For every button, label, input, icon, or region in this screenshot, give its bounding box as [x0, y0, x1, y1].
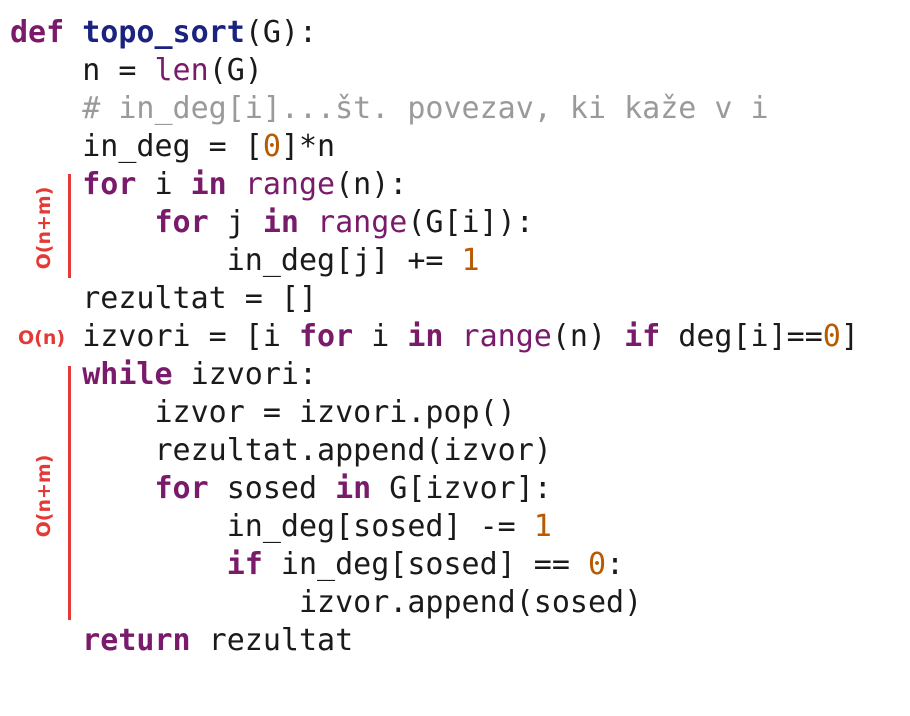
complexity-label-for-loops: O(n+m): [33, 186, 55, 270]
code-token: len: [154, 53, 209, 88]
code-token: range: [317, 205, 408, 240]
code-token: (n):: [335, 167, 408, 202]
code-token: if: [624, 319, 661, 354]
complexity-label-izvori: O(n): [18, 327, 66, 349]
code-token: 0: [587, 547, 607, 582]
code-token: i: [353, 319, 408, 354]
code-token: topo_sort: [82, 15, 245, 50]
code-token: if: [226, 547, 263, 582]
code-token: j: [208, 205, 263, 240]
code-token: 1: [461, 243, 480, 278]
code-token: rezultat = []: [10, 281, 318, 316]
code-line: rezultat.append(izvor): [10, 432, 859, 470]
code-token: izvor = izvori.pop(): [10, 395, 516, 430]
code-token: ]*n: [280, 129, 336, 164]
code-token: 1: [533, 509, 552, 544]
code-token: izvor.append(sosed): [10, 585, 643, 620]
code-token: rezultat.append(izvor): [10, 433, 552, 468]
code-token: def: [10, 15, 65, 50]
code-token: (G):: [244, 15, 318, 50]
complexity-bracket-for-loops: [68, 174, 71, 278]
code-token: in_deg = [: [10, 129, 263, 164]
code-line: izvori = [i for i in range(n) if deg[i]=…: [10, 318, 859, 356]
code-token: in_deg[sosed] ==: [262, 547, 588, 582]
code-token: (G[i]):: [407, 205, 534, 240]
code-line: for i in range(n):: [10, 166, 859, 204]
code-line: rezultat = []: [10, 280, 859, 318]
code-token: while: [82, 357, 173, 392]
code-token: in_deg[sosed] -=: [10, 509, 534, 544]
code-token: in: [335, 471, 372, 506]
code-token: range: [461, 319, 552, 354]
code-line: # in_deg[i]...št. povezav, ki kaže v i: [10, 90, 859, 128]
code-token: for: [298, 319, 354, 354]
code-line: if in_deg[sosed] == 0:: [10, 546, 859, 584]
code-token: (n): [551, 319, 625, 354]
code-token: in: [407, 319, 444, 354]
code-block: def topo_sort(G): n = len(G) # in_deg[i]…: [10, 14, 859, 660]
code-token: 0: [822, 319, 841, 354]
code-line: n = len(G): [10, 52, 859, 90]
complexity-bracket-while-loop: [68, 366, 71, 620]
code-line: def topo_sort(G):: [10, 14, 859, 52]
code-token: rezultat: [190, 623, 354, 658]
code-token: izvori:: [172, 357, 318, 392]
code-token: return: [82, 623, 191, 658]
complexity-label-while-loop: O(n+m): [33, 454, 55, 538]
code-line: izvor = izvori.pop(): [10, 394, 859, 432]
code-line: in_deg[j] += 1: [10, 242, 859, 280]
code-token: in_deg[j] +=: [10, 243, 462, 278]
code-token: for: [82, 167, 137, 202]
code-token: 0: [262, 129, 281, 164]
code-line: izvor.append(sosed): [10, 584, 859, 622]
code-token: ]: [840, 319, 859, 354]
code-line: in_deg[sosed] -= 1: [10, 508, 859, 546]
code-token: (G): [208, 53, 263, 88]
code-token: range: [244, 167, 336, 202]
code-token: sosed: [208, 471, 336, 506]
code-token: for: [154, 471, 209, 506]
code-token: in: [262, 205, 299, 240]
code-token: deg[i]==: [660, 319, 823, 354]
code-token: in: [190, 167, 227, 202]
code-line: for j in range(G[i]):: [10, 204, 859, 242]
code-token: # in_deg[i]...št. povezav, ki kaže v i: [10, 91, 769, 126]
code-token: n =: [10, 53, 155, 88]
code-token: G[izvor]:: [371, 471, 552, 506]
code-line: in_deg = [0]*n: [10, 128, 859, 166]
code-line: for sosed in G[izvor]:: [10, 470, 859, 508]
code-token: i: [136, 167, 191, 202]
code-line: return rezultat: [10, 622, 859, 660]
code-line: while izvori:: [10, 356, 859, 394]
code-token: for: [154, 205, 209, 240]
code-token: :: [606, 547, 625, 582]
